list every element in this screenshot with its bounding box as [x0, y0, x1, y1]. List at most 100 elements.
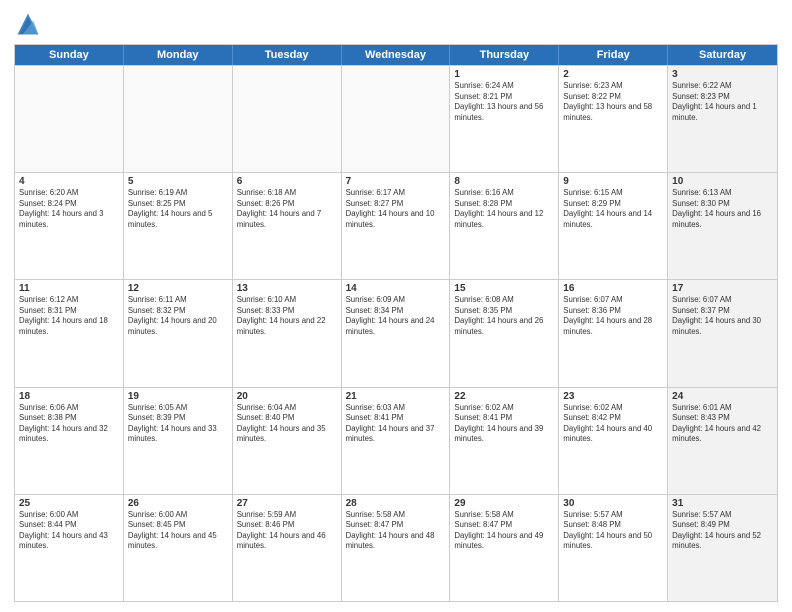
calendar-cell-24: 24Sunrise: 6:01 AMSunset: 8:43 PMDayligh… [668, 388, 777, 494]
calendar-cell-21: 21Sunrise: 6:03 AMSunset: 8:41 PMDayligh… [342, 388, 451, 494]
day-info: Sunrise: 6:23 AMSunset: 8:22 PMDaylight:… [563, 81, 663, 123]
day-number: 13 [237, 283, 337, 294]
day-number: 9 [563, 176, 663, 187]
day-info: Sunrise: 6:12 AMSunset: 8:31 PMDaylight:… [19, 295, 119, 337]
day-number: 2 [563, 69, 663, 80]
day-header-monday: Monday [124, 45, 233, 65]
day-info: Sunrise: 5:59 AMSunset: 8:46 PMDaylight:… [237, 510, 337, 552]
day-info: Sunrise: 6:08 AMSunset: 8:35 PMDaylight:… [454, 295, 554, 337]
calendar-cell-1: 1Sunrise: 6:24 AMSunset: 8:21 PMDaylight… [450, 66, 559, 172]
day-number: 8 [454, 176, 554, 187]
calendar-cell-25: 25Sunrise: 6:00 AMSunset: 8:44 PMDayligh… [15, 495, 124, 601]
day-info: Sunrise: 6:03 AMSunset: 8:41 PMDaylight:… [346, 403, 446, 445]
calendar-cell-16: 16Sunrise: 6:07 AMSunset: 8:36 PMDayligh… [559, 280, 668, 386]
calendar-cell-5: 5Sunrise: 6:19 AMSunset: 8:25 PMDaylight… [124, 173, 233, 279]
day-info: Sunrise: 6:04 AMSunset: 8:40 PMDaylight:… [237, 403, 337, 445]
day-number: 11 [19, 283, 119, 294]
day-header-wednesday: Wednesday [342, 45, 451, 65]
calendar-cell-23: 23Sunrise: 6:02 AMSunset: 8:42 PMDayligh… [559, 388, 668, 494]
calendar-cell-28: 28Sunrise: 5:58 AMSunset: 8:47 PMDayligh… [342, 495, 451, 601]
day-info: Sunrise: 6:05 AMSunset: 8:39 PMDaylight:… [128, 403, 228, 445]
calendar-cell-empty-0-0 [15, 66, 124, 172]
day-number: 24 [672, 391, 773, 402]
calendar-cell-12: 12Sunrise: 6:11 AMSunset: 8:32 PMDayligh… [124, 280, 233, 386]
calendar-cell-4: 4Sunrise: 6:20 AMSunset: 8:24 PMDaylight… [15, 173, 124, 279]
day-number: 5 [128, 176, 228, 187]
day-number: 30 [563, 498, 663, 509]
day-info: Sunrise: 6:07 AMSunset: 8:36 PMDaylight:… [563, 295, 663, 337]
calendar-cell-11: 11Sunrise: 6:12 AMSunset: 8:31 PMDayligh… [15, 280, 124, 386]
day-info: Sunrise: 5:58 AMSunset: 8:47 PMDaylight:… [346, 510, 446, 552]
calendar-cell-6: 6Sunrise: 6:18 AMSunset: 8:26 PMDaylight… [233, 173, 342, 279]
day-header-sunday: Sunday [15, 45, 124, 65]
day-number: 19 [128, 391, 228, 402]
day-info: Sunrise: 6:10 AMSunset: 8:33 PMDaylight:… [237, 295, 337, 337]
calendar-row-3: 18Sunrise: 6:06 AMSunset: 8:38 PMDayligh… [15, 387, 777, 494]
day-info: Sunrise: 6:24 AMSunset: 8:21 PMDaylight:… [454, 81, 554, 123]
calendar: SundayMondayTuesdayWednesdayThursdayFrid… [14, 44, 778, 602]
day-info: Sunrise: 6:20 AMSunset: 8:24 PMDaylight:… [19, 188, 119, 230]
day-number: 10 [672, 176, 773, 187]
day-number: 1 [454, 69, 554, 80]
calendar-row-4: 25Sunrise: 6:00 AMSunset: 8:44 PMDayligh… [15, 494, 777, 601]
day-info: Sunrise: 6:18 AMSunset: 8:26 PMDaylight:… [237, 188, 337, 230]
day-number: 23 [563, 391, 663, 402]
day-number: 28 [346, 498, 446, 509]
calendar-cell-15: 15Sunrise: 6:08 AMSunset: 8:35 PMDayligh… [450, 280, 559, 386]
day-number: 27 [237, 498, 337, 509]
calendar-header: SundayMondayTuesdayWednesdayThursdayFrid… [15, 45, 777, 65]
day-info: Sunrise: 6:09 AMSunset: 8:34 PMDaylight:… [346, 295, 446, 337]
day-info: Sunrise: 6:06 AMSunset: 8:38 PMDaylight:… [19, 403, 119, 445]
calendar-cell-30: 30Sunrise: 5:57 AMSunset: 8:48 PMDayligh… [559, 495, 668, 601]
day-header-saturday: Saturday [668, 45, 777, 65]
day-number: 21 [346, 391, 446, 402]
day-info: Sunrise: 5:57 AMSunset: 8:49 PMDaylight:… [672, 510, 773, 552]
day-info: Sunrise: 6:02 AMSunset: 8:41 PMDaylight:… [454, 403, 554, 445]
logo [14, 10, 46, 38]
day-info: Sunrise: 6:00 AMSunset: 8:45 PMDaylight:… [128, 510, 228, 552]
calendar-cell-8: 8Sunrise: 6:16 AMSunset: 8:28 PMDaylight… [450, 173, 559, 279]
day-info: Sunrise: 6:01 AMSunset: 8:43 PMDaylight:… [672, 403, 773, 445]
day-number: 29 [454, 498, 554, 509]
calendar-cell-2: 2Sunrise: 6:23 AMSunset: 8:22 PMDaylight… [559, 66, 668, 172]
day-header-thursday: Thursday [450, 45, 559, 65]
calendar-cell-26: 26Sunrise: 6:00 AMSunset: 8:45 PMDayligh… [124, 495, 233, 601]
calendar-cell-3: 3Sunrise: 6:22 AMSunset: 8:23 PMDaylight… [668, 66, 777, 172]
calendar-body: 1Sunrise: 6:24 AMSunset: 8:21 PMDaylight… [15, 65, 777, 601]
calendar-cell-22: 22Sunrise: 6:02 AMSunset: 8:41 PMDayligh… [450, 388, 559, 494]
calendar-cell-29: 29Sunrise: 5:58 AMSunset: 8:47 PMDayligh… [450, 495, 559, 601]
day-number: 22 [454, 391, 554, 402]
day-info: Sunrise: 6:15 AMSunset: 8:29 PMDaylight:… [563, 188, 663, 230]
day-info: Sunrise: 6:13 AMSunset: 8:30 PMDaylight:… [672, 188, 773, 230]
calendar-cell-17: 17Sunrise: 6:07 AMSunset: 8:37 PMDayligh… [668, 280, 777, 386]
calendar-cell-empty-0-1 [124, 66, 233, 172]
day-info: Sunrise: 6:07 AMSunset: 8:37 PMDaylight:… [672, 295, 773, 337]
calendar-row-0: 1Sunrise: 6:24 AMSunset: 8:21 PMDaylight… [15, 65, 777, 172]
day-info: Sunrise: 6:16 AMSunset: 8:28 PMDaylight:… [454, 188, 554, 230]
day-number: 7 [346, 176, 446, 187]
calendar-cell-13: 13Sunrise: 6:10 AMSunset: 8:33 PMDayligh… [233, 280, 342, 386]
day-info: Sunrise: 6:02 AMSunset: 8:42 PMDaylight:… [563, 403, 663, 445]
calendar-cell-18: 18Sunrise: 6:06 AMSunset: 8:38 PMDayligh… [15, 388, 124, 494]
day-info: Sunrise: 6:22 AMSunset: 8:23 PMDaylight:… [672, 81, 773, 123]
calendar-row-1: 4Sunrise: 6:20 AMSunset: 8:24 PMDaylight… [15, 172, 777, 279]
day-number: 12 [128, 283, 228, 294]
day-number: 18 [19, 391, 119, 402]
day-info: Sunrise: 5:57 AMSunset: 8:48 PMDaylight:… [563, 510, 663, 552]
calendar-cell-19: 19Sunrise: 6:05 AMSunset: 8:39 PMDayligh… [124, 388, 233, 494]
day-info: Sunrise: 6:11 AMSunset: 8:32 PMDaylight:… [128, 295, 228, 337]
calendar-cell-27: 27Sunrise: 5:59 AMSunset: 8:46 PMDayligh… [233, 495, 342, 601]
day-number: 4 [19, 176, 119, 187]
day-number: 20 [237, 391, 337, 402]
day-number: 25 [19, 498, 119, 509]
calendar-cell-10: 10Sunrise: 6:13 AMSunset: 8:30 PMDayligh… [668, 173, 777, 279]
calendar-cell-9: 9Sunrise: 6:15 AMSunset: 8:29 PMDaylight… [559, 173, 668, 279]
calendar-cell-31: 31Sunrise: 5:57 AMSunset: 8:49 PMDayligh… [668, 495, 777, 601]
day-info: Sunrise: 5:58 AMSunset: 8:47 PMDaylight:… [454, 510, 554, 552]
calendar-cell-empty-0-2 [233, 66, 342, 172]
calendar-row-2: 11Sunrise: 6:12 AMSunset: 8:31 PMDayligh… [15, 279, 777, 386]
calendar-cell-14: 14Sunrise: 6:09 AMSunset: 8:34 PMDayligh… [342, 280, 451, 386]
calendar-cell-7: 7Sunrise: 6:17 AMSunset: 8:27 PMDaylight… [342, 173, 451, 279]
day-header-friday: Friday [559, 45, 668, 65]
day-number: 16 [563, 283, 663, 294]
